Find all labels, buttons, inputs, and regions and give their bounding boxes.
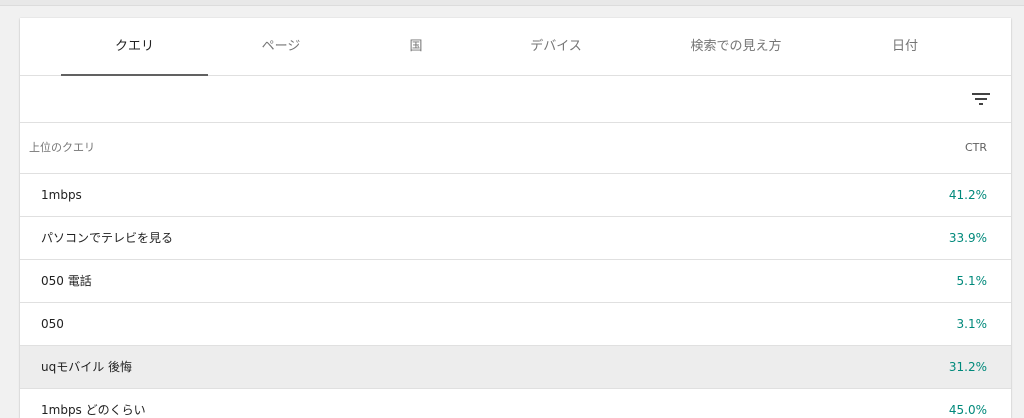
table-row-hovered[interactable]: uqモバイル 後悔 31.2% xyxy=(20,346,1011,389)
ctr-cell: 5.1% xyxy=(956,274,988,288)
ctr-cell: 3.1% xyxy=(956,317,988,331)
table-row[interactable]: 050 電話 5.1% xyxy=(20,260,1011,303)
ctr-cell: 45.0% xyxy=(948,403,987,417)
table-row[interactable]: 050 3.1% xyxy=(20,303,1011,346)
query-cell: 050 電話 xyxy=(41,274,92,288)
table-header: 上位のクエリ CTR xyxy=(20,123,1011,174)
filter-list-icon xyxy=(972,93,990,105)
tab-pages[interactable]: ページ xyxy=(231,18,331,75)
ctr-cell: 41.2% xyxy=(948,188,987,202)
top-divider xyxy=(0,0,1024,6)
table-toolbar xyxy=(20,76,1011,123)
ctr-cell: 31.2% xyxy=(948,360,987,374)
query-cell: パソコンでテレビを見る xyxy=(41,231,174,245)
tab-devices[interactable]: デバイス xyxy=(506,18,606,75)
column-header-query: 上位のクエリ xyxy=(29,141,95,154)
filter-button[interactable] xyxy=(969,87,993,111)
tab-search-appearance[interactable]: 検索での見え方 xyxy=(666,18,806,75)
ctr-cell: 33.9% xyxy=(948,231,987,245)
query-cell: 1mbps xyxy=(41,188,82,202)
table-row[interactable]: パソコンでテレビを見る 33.9% xyxy=(20,217,1011,260)
table-row[interactable]: 1mbps 41.2% xyxy=(20,174,1011,217)
tab-countries[interactable]: 国 xyxy=(386,18,446,75)
tab-dates[interactable]: 日付 xyxy=(865,18,945,75)
tab-queries[interactable]: クエリ xyxy=(61,18,208,76)
dimension-tabs: クエリ ページ 国 デバイス 検索での見え方 日付 xyxy=(20,18,1011,76)
table-row[interactable]: 1mbps どのくらい 45.0% xyxy=(20,389,1011,418)
query-cell: 050 xyxy=(41,317,64,331)
query-cell: 1mbps どのくらい xyxy=(41,403,146,417)
performance-table-card: クエリ ページ 国 デバイス 検索での見え方 日付 上位のクエリ CTR 1mb… xyxy=(20,18,1011,418)
column-header-ctr[interactable]: CTR xyxy=(965,123,987,173)
query-cell: uqモバイル 後悔 xyxy=(41,360,133,374)
